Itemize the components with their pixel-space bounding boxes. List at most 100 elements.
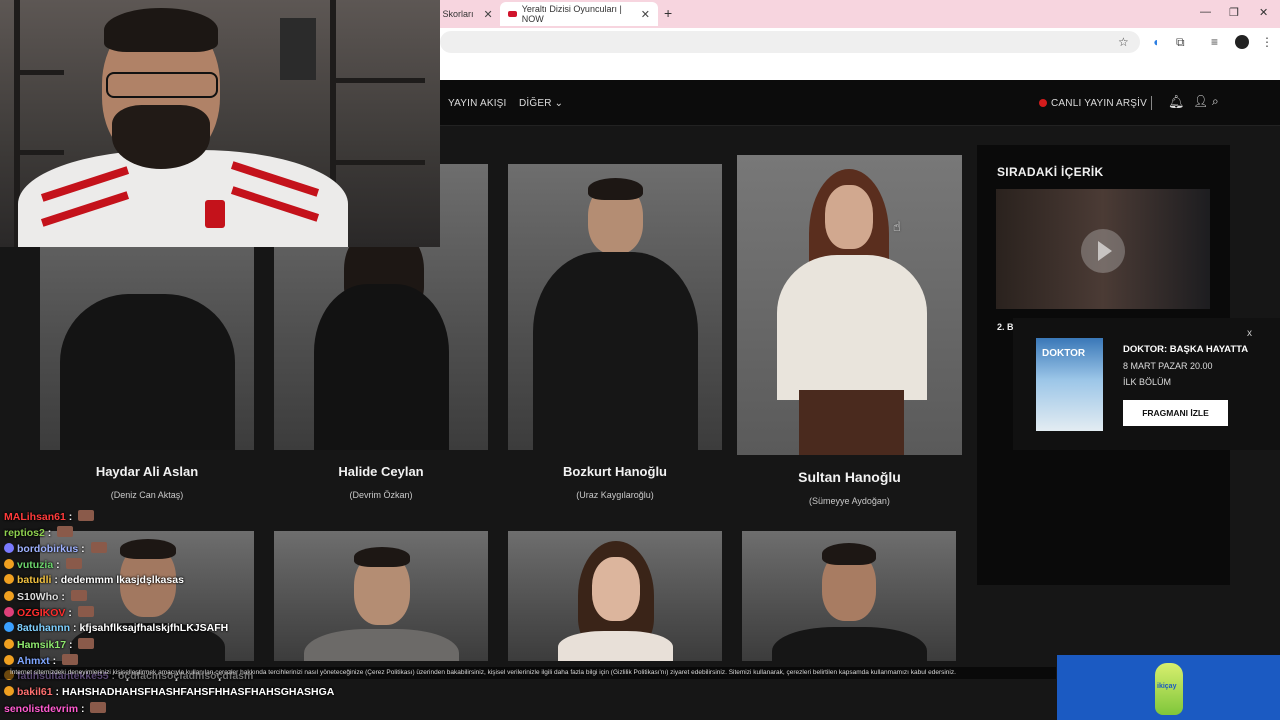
new-tab-button[interactable]: + <box>664 5 672 21</box>
chat-badge-icon <box>4 607 14 617</box>
chat-badge-icon <box>4 686 14 696</box>
promo-date: 8 MART PAZAR 20.00 <box>1123 361 1213 371</box>
character-name: Bozkurt Hanoğlu <box>563 464 667 479</box>
tab-cast[interactable]: Yeraltı Dizisi Oyuncuları | NOW ✕ <box>500 2 658 26</box>
sponsor-brand: ikiçay <box>1157 683 1177 690</box>
chat-message: MALihsan61 : <box>4 510 95 525</box>
chat-message: vutuzia : <box>4 558 82 573</box>
chat-emote-icon <box>62 654 79 665</box>
character-name: Halide Ceylan <box>338 464 424 479</box>
cast-photo <box>274 531 488 661</box>
chat-text: dedemmm lkasjdşlkasas <box>60 574 184 586</box>
chat-username[interactable]: vutuzia <box>17 559 53 571</box>
character-name: Sultan Hanoğlu <box>798 469 901 485</box>
glasses-icon <box>106 72 218 98</box>
favicon-icon <box>508 11 517 17</box>
chat-message: bordobirkus : <box>4 542 107 557</box>
chat-username[interactable]: bordobirkus <box>17 543 78 555</box>
bottle-logo: ikiçay <box>1155 663 1183 715</box>
promo-poster-text: DOKTOR <box>1042 348 1086 359</box>
nav-archive[interactable]: ARŞİV <box>1116 98 1147 109</box>
close-icon[interactable]: x <box>1247 328 1252 339</box>
chat-badge-icon <box>4 591 14 601</box>
chat-emote-icon <box>57 526 74 537</box>
close-tab-icon[interactable]: ✕ <box>641 8 650 21</box>
user-icon[interactable]: 👤︎ <box>1193 94 1208 108</box>
chat-emote-icon <box>77 606 94 617</box>
chat-username[interactable]: 8atuhannn <box>17 622 70 634</box>
extension-voice-icon[interactable]: ◖ <box>1152 35 1159 49</box>
chat-username[interactable]: senolistdevrim <box>4 703 78 715</box>
chat-badge-icon <box>4 655 14 665</box>
search-icon[interactable]: ⌕ <box>1212 94 1219 109</box>
cast-card-row2-3[interactable] <box>508 531 722 661</box>
nav-schedule[interactable]: YAYIN AKIŞI <box>448 98 507 109</box>
up-next-thumbnail[interactable] <box>996 189 1210 309</box>
chat-message: S10Who : <box>4 590 87 605</box>
tab-label: l Skorları <box>438 9 474 19</box>
chat-emote-icon <box>90 702 107 713</box>
cast-card-row2-4[interactable] <box>742 531 956 661</box>
character-name: Haydar Ali Aslan <box>95 464 199 479</box>
restore-icon[interactable]: ❐ <box>1229 6 1239 19</box>
watch-trailer-button[interactable]: FRAGMANI İZLE <box>1123 400 1228 426</box>
promo-poster[interactable]: DOKTOR <box>1036 338 1103 431</box>
chevron-down-icon: ⌄ <box>554 98 564 109</box>
chat-username[interactable]: S10Who <box>17 591 58 603</box>
cast-card-bozkurt[interactable]: Bozkurt Hanoğlu (Uraz Kaygılaroğlu) <box>508 164 722 504</box>
nav-other-label: DİĞER <box>519 98 552 109</box>
url-field[interactable] <box>440 31 1140 53</box>
cast-photo <box>508 164 722 450</box>
chat-message: senolistdevrim : <box>4 702 107 717</box>
tab-scores[interactable]: l Skorları ✕ <box>430 2 501 26</box>
up-next-title: SIRADAKİ İÇERİK <box>997 165 1104 179</box>
chat-emote-icon <box>70 590 87 601</box>
extensions-icon[interactable]: ⧉ <box>1176 35 1185 50</box>
bell-icon[interactable]: 🔔︎ <box>1168 94 1185 110</box>
chat-emote-icon <box>90 542 107 553</box>
nav-other[interactable]: DİĞER ⌄ <box>519 98 563 109</box>
nav-live[interactable]: CANLI YAYIN <box>1039 98 1114 109</box>
chat-message: bakil61 : HAHSHADHAHSFHASHFAHSFHHASFHAHS… <box>4 686 334 701</box>
chat-username[interactable]: Hamsik17 <box>17 639 66 651</box>
screen: l Skorları ✕ Yeraltı Dizisi Oyuncuları |… <box>0 0 1280 720</box>
actor-name: (Sümeyye Aydoğan) <box>809 496 890 506</box>
chat-badge-icon <box>4 559 14 569</box>
chat-badge-icon <box>4 574 14 584</box>
chat-username[interactable]: MALihsan61 <box>4 511 66 523</box>
chat-emote-icon <box>65 558 82 569</box>
chat-emote-icon <box>78 510 95 521</box>
cast-card-sultan[interactable]: Sultan Hanoğlu (Sümeyye Aydoğan) <box>737 155 962 515</box>
actor-name: (Uraz Kaygılaroğlu) <box>576 490 654 500</box>
chat-username[interactable]: OZGIKOV <box>17 607 65 619</box>
media-icon[interactable]: ≡ <box>1211 35 1218 49</box>
close-tab-icon[interactable]: ✕ <box>484 8 493 21</box>
chat-username[interactable]: reptios2 <box>4 527 45 539</box>
chat-username[interactable]: bakil61 <box>17 686 53 698</box>
chat-username[interactable]: Ahmxt <box>17 655 50 667</box>
promo-title: DOKTOR: BAŞKA HAYATTA <box>1123 344 1249 355</box>
chat-text: kfjsahflksajfhalskjfhLKJSAFH <box>79 622 229 634</box>
chat-message: reptios2 : <box>4 526 74 541</box>
promo-popup: DOKTOR DOKTOR: BAŞKA HAYATTA 8 MART PAZA… <box>1013 318 1280 450</box>
chat-message: OZGIKOV : <box>4 606 94 621</box>
chat-message: batudli : dedemmm lkasjdşlkasas <box>4 574 184 589</box>
chat-badge-icon <box>4 639 14 649</box>
webcam-overlay <box>0 0 440 247</box>
close-window-icon[interactable]: ✕ <box>1259 6 1268 19</box>
star-icon[interactable]: ☆ <box>1118 35 1129 49</box>
nav-live-label: CANLI YAYIN <box>1051 98 1114 109</box>
chat-text: HAHSHADHAHSFHASHFAHSFHHASFHAHSGHASHGA <box>61 686 335 698</box>
profile-icon[interactable] <box>1235 35 1249 49</box>
cast-card-row2-2[interactable] <box>274 531 488 661</box>
minimize-icon[interactable]: — <box>1200 6 1211 18</box>
menu-icon[interactable]: ⋮ <box>1261 35 1273 49</box>
cast-photo <box>737 155 962 455</box>
chat-badge-icon <box>4 622 14 632</box>
actor-name: (Deniz Can Aktaş) <box>110 490 184 500</box>
chat-badge-icon <box>4 543 14 553</box>
tab-label: Yeraltı Dizisi Oyuncuları | NOW <box>521 4 622 24</box>
chat-username[interactable]: batudli <box>17 574 51 586</box>
chat-message: Hamsik17 : <box>4 638 95 653</box>
play-icon[interactable] <box>1081 229 1125 273</box>
